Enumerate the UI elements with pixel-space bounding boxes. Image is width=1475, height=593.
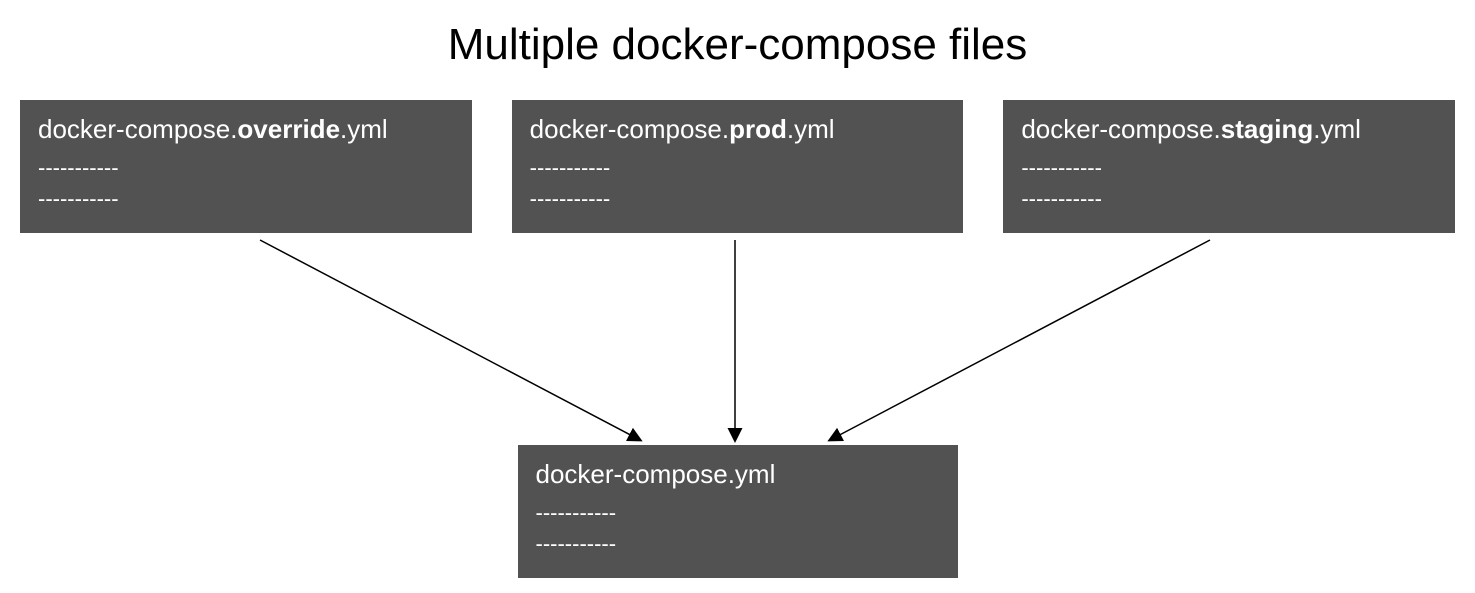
file-content-line: ----------- [38,184,454,215]
file-bold: override [237,114,340,144]
file-name-base: docker-compose.yml [536,459,940,490]
file-prefix: docker-compose. [530,114,729,144]
file-content-line: ----------- [1021,184,1437,215]
file-content-line: ----------- [536,498,940,529]
file-content-line: ----------- [1021,153,1437,184]
file-content-line: ----------- [530,184,946,215]
file-name-override: docker-compose.override.yml [38,114,454,145]
file-content-line: ----------- [530,153,946,184]
file-prefix: docker-compose. [1021,114,1220,144]
file-bold: staging [1221,114,1313,144]
file-bold: prod [729,114,787,144]
file-content-line: ----------- [38,153,454,184]
file-name-staging: docker-compose.staging.yml [1021,114,1437,145]
file-prefix: docker-compose. [38,114,237,144]
file-box-staging: docker-compose.staging.yml ----------- -… [1003,100,1455,233]
arrow-staging-to-base [830,240,1210,440]
file-suffix: .yml [1313,114,1361,144]
file-name-prod: docker-compose.prod.yml [530,114,946,145]
diagram-title: Multiple docker-compose files [0,0,1475,100]
file-suffix: .yml [340,114,388,144]
top-row: docker-compose.override.yml ----------- … [0,100,1475,233]
file-box-prod: docker-compose.prod.yml ----------- ----… [512,100,964,233]
file-content-line: ----------- [536,529,940,560]
file-suffix: .yml [787,114,835,144]
file-box-base: docker-compose.yml ----------- ---------… [518,445,958,578]
file-box-override: docker-compose.override.yml ----------- … [20,100,472,233]
arrow-override-to-base [260,240,640,440]
